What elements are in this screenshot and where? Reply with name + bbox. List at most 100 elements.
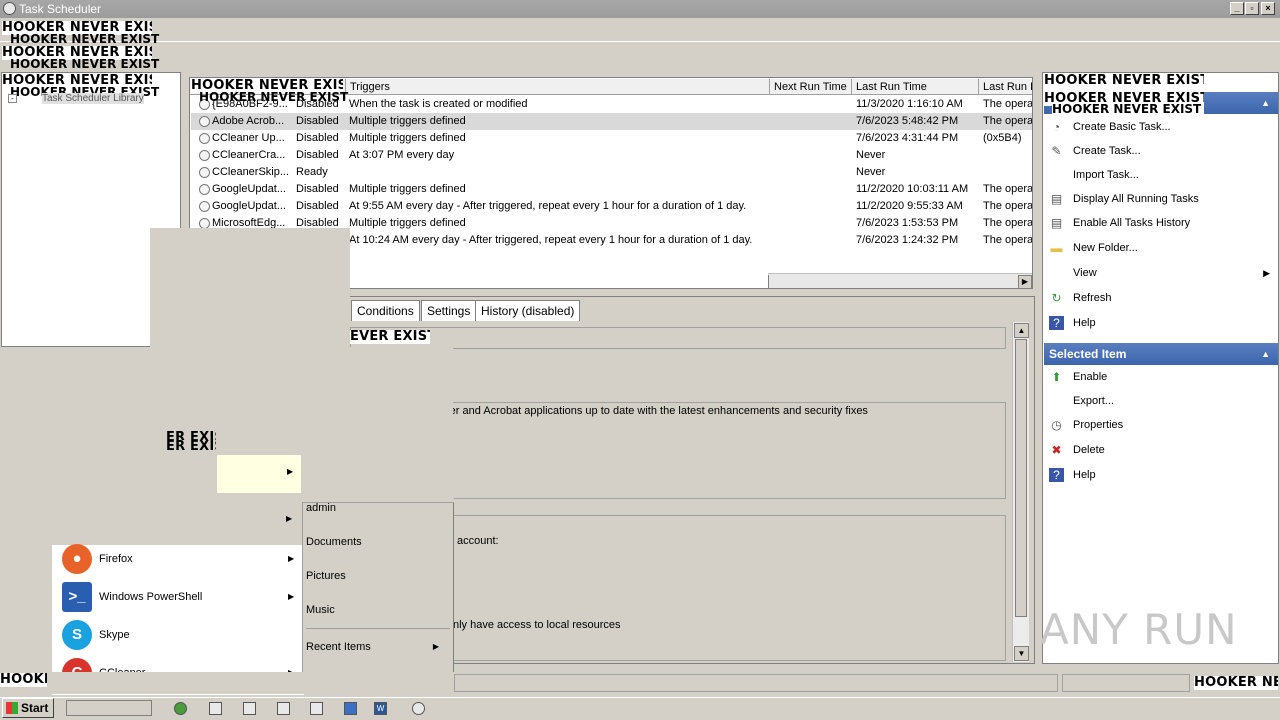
- window-title: Task Scheduler: [19, 2, 102, 16]
- task-status: Disabled: [296, 200, 339, 212]
- overlay-text: HOOKER NEVER EXIST: [10, 58, 160, 70]
- tab-settings[interactable]: Settings: [421, 300, 477, 321]
- scroll-right-arrow[interactable]: ▶: [1018, 275, 1032, 288]
- action-label: Help: [1073, 317, 1096, 329]
- task-status: Ready: [296, 166, 328, 178]
- delete-icon: ✖: [1051, 443, 1062, 457]
- start-place-pictures[interactable]: Pictures: [306, 566, 451, 586]
- tab-conditions[interactable]: Conditions: [351, 300, 420, 321]
- edit-icon[interactable]: [310, 702, 323, 715]
- all-programs-item[interactable]: ▶: [217, 455, 301, 493]
- action-enable[interactable]: ⬆ Enable: [1044, 366, 1278, 388]
- action-display-all-running-tasks[interactable]: ▤ Display All Running Tasks: [1044, 188, 1278, 210]
- selected-item-title: Selected Item: [1049, 347, 1127, 361]
- create-basic-task-icon: ◔: [1052, 120, 1061, 134]
- start-program-item[interactable]: S Skype: [52, 617, 302, 653]
- start-program-item[interactable]: ● Firefox ▶: [52, 541, 302, 577]
- action-label: View: [1073, 267, 1097, 279]
- task-triggers: When the task is created or modified: [349, 98, 528, 110]
- program-label: Skype: [99, 629, 130, 641]
- restore-button[interactable]: ▫: [1245, 2, 1259, 15]
- action-label: Delete: [1073, 444, 1105, 456]
- table-row[interactable]: CCleanerCra... Disabled At 3:07 PM every d…: [191, 147, 1032, 164]
- start-place-recent-items[interactable]: Recent Items ▶: [306, 637, 451, 657]
- task-status: Disabled: [296, 183, 339, 195]
- action-create-task[interactable]: ✎ Create Task...: [1044, 140, 1278, 162]
- action-create-basic-task[interactable]: ◔ Create Basic Task...: [1044, 116, 1278, 138]
- menu-separator: [306, 628, 450, 629]
- task-last-result: The opera: [983, 98, 1033, 110]
- table-row[interactable]: CCleanerSkip... Ready Never: [191, 164, 1032, 181]
- overlay-text: ER EXIS: [166, 440, 216, 454]
- column-header-triggers[interactable]: Triggers: [346, 79, 770, 95]
- selected-item-header[interactable]: Selected Item ▲: [1044, 343, 1278, 365]
- start-button[interactable]: Start: [2, 698, 54, 718]
- scroll-up-arrow[interactable]: ▲: [1014, 323, 1029, 338]
- clock-icon[interactable]: [412, 702, 425, 715]
- action-properties[interactable]: ◷ Properties: [1044, 414, 1278, 436]
- action-enable-all-tasks-history[interactable]: ▤ Enable All Tasks History: [1044, 212, 1278, 234]
- overlay-text: HOOKER NEVER EXIST: [1052, 103, 1204, 115]
- action-help[interactable]: ? Help: [1044, 464, 1278, 486]
- scroll-thumb[interactable]: [768, 275, 769, 288]
- security-options-group: [440, 515, 1006, 661]
- table-row[interactable]: GoogleUpdat... Disabled Multiple triggers …: [191, 181, 1032, 198]
- start-place-music[interactable]: Music: [306, 600, 451, 620]
- powershell-icon[interactable]: [344, 702, 357, 715]
- action-import-task[interactable]: Import Task...: [1044, 164, 1278, 186]
- collapse-icon[interactable]: ▲: [1261, 343, 1270, 365]
- action-refresh[interactable]: ↻ Refresh: [1044, 287, 1278, 309]
- scroll-thumb[interactable]: [1015, 339, 1027, 617]
- collapse-icon[interactable]: ▲: [1261, 92, 1270, 114]
- action-export[interactable]: Export...: [1044, 390, 1278, 412]
- start-place-admin[interactable]: admin: [306, 498, 451, 518]
- overlay-text: HOOKER NEVER EXIST: [10, 33, 160, 45]
- word-icon[interactable]: W: [374, 702, 387, 715]
- detail-vertical-scrollbar[interactable]: ▲ ▼: [1012, 322, 1029, 662]
- task-name: GoogleUpdat...: [212, 183, 286, 195]
- place-label: admin: [306, 502, 336, 514]
- table-row[interactable]: Adobe Acrob... Disabled Multiple triggers …: [191, 113, 1032, 130]
- close-button[interactable]: ×: [1261, 2, 1275, 15]
- action-help[interactable]: ? Help: [1044, 312, 1278, 334]
- tree-expander[interactable]: -: [8, 94, 17, 103]
- chevron-right-icon: ▶: [288, 554, 295, 563]
- chevron-right-icon: ▶: [286, 514, 293, 523]
- watermark: ANY RUN: [1040, 605, 1238, 654]
- action-new-folder[interactable]: ▬ New Folder...: [1044, 237, 1278, 259]
- enable-icon: ⬆: [1051, 370, 1062, 384]
- table-row[interactable]: CCleaner Up... Disabled Multiple triggers …: [191, 130, 1032, 147]
- place-label: Music: [306, 604, 335, 616]
- taskbar: [0, 697, 1280, 720]
- action-label: New Folder...: [1073, 242, 1138, 254]
- scroll-down-arrow[interactable]: ▼: [1014, 646, 1029, 661]
- action-view[interactable]: View ▶: [1044, 262, 1278, 284]
- action-label: Refresh: [1073, 292, 1112, 304]
- skype-icon: S: [62, 620, 92, 650]
- program-label: Windows PowerShell: [99, 591, 203, 603]
- horizontal-scrollbar[interactable]: ▶: [768, 273, 1032, 288]
- task-triggers: Multiple triggers defined: [349, 217, 466, 229]
- window-icon[interactable]: [277, 702, 290, 715]
- window-icon[interactable]: [243, 702, 256, 715]
- start-place-documents[interactable]: Documents: [306, 532, 451, 552]
- chrome-icon[interactable]: [174, 702, 187, 715]
- task-last-run: 7/6/2023 4:31:44 PM: [856, 132, 959, 144]
- quick-launch-box[interactable]: [66, 700, 152, 716]
- task-name: CCleanerSkip...: [212, 166, 290, 178]
- column-header-last-run[interactable]: Last Run Time: [852, 79, 979, 95]
- action-label: Help: [1073, 469, 1096, 481]
- action-label: Import Task...: [1073, 169, 1139, 181]
- window-icon[interactable]: [209, 702, 222, 715]
- tree-item-library[interactable]: Task Scheduler Library: [42, 93, 144, 104]
- column-header-last-result[interactable]: Last Run R: [979, 79, 1032, 95]
- action-delete[interactable]: ✖ Delete: [1044, 439, 1278, 461]
- chevron-right-icon: ▶: [288, 592, 295, 601]
- minimize-button[interactable]: _: [1230, 2, 1244, 15]
- task-last-run: Never: [856, 149, 886, 161]
- tab-history[interactable]: History (disabled): [475, 300, 581, 321]
- table-row[interactable]: GoogleUpdat... Disabled At 9:55 AM every d…: [191, 198, 1032, 215]
- column-header-next-run[interactable]: Next Run Time: [770, 79, 852, 95]
- start-program-item[interactable]: >_ Windows PowerShell ▶: [52, 579, 302, 615]
- help-icon: ?: [1049, 316, 1064, 330]
